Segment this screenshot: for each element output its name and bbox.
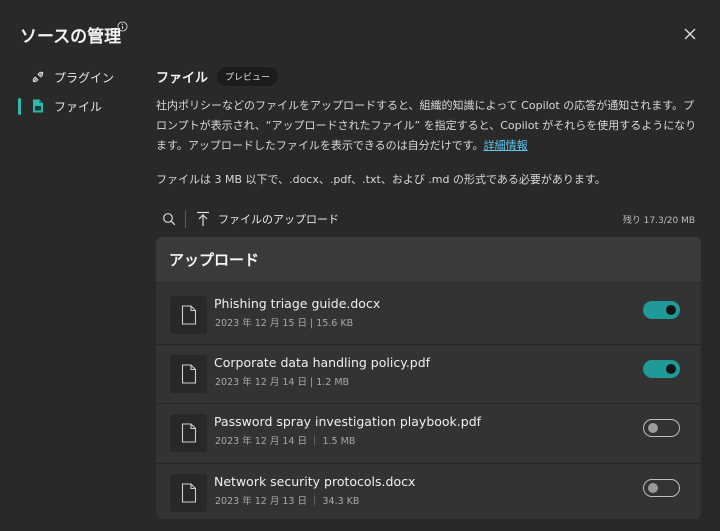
upload-icon: [197, 211, 209, 226]
row-divider: [156, 463, 701, 464]
dialog-title: ソースの管理: [20, 27, 122, 47]
file-row: Phishing triage guide.docx 2023 年 12 月 1…: [156, 291, 701, 349]
file-enabled-toggle[interactable]: [643, 360, 680, 378]
nav-item-label: プラグイン: [54, 70, 115, 85]
toggle-knob: [648, 483, 658, 493]
plug-icon: [30, 69, 46, 85]
toggle-knob: [648, 423, 658, 433]
section-description: 社内ポリシーなどのファイルをアップロードすると、組織的知識によって Copilo…: [156, 96, 701, 156]
toggle-knob: [666, 305, 676, 315]
file-meta: 2023 年 12 月 14 日 ｜ 1.5 MB: [215, 436, 356, 447]
uploads-header: アップロード: [156, 237, 701, 283]
file-icon: [30, 98, 46, 114]
uploads-panel: アップロード Phishing triage guide.docx 2023 年…: [156, 237, 701, 519]
file-name: Password spray investigation playbook.pd…: [214, 414, 482, 429]
document-icon: [170, 414, 207, 452]
uploads-title: アップロード: [169, 251, 260, 269]
file-meta: 2023 年 12 月 15 日 | 15.6 KB: [215, 318, 354, 329]
nav-item-label: ファイル: [54, 99, 103, 114]
preview-badge: プレビュー: [217, 66, 279, 86]
storage-remaining: 残り 17.3/20 MB: [622, 215, 695, 226]
manage-sources-dialog: ソースの管理 プラグイン ファイル ファイル プレビュー 社内ポリシーなどのファ…: [0, 0, 720, 531]
file-meta: 2023 年 12 月 14 日 | 1.2 MB: [215, 377, 350, 388]
file-row: Network security protocols.docx 2023 年 1…: [156, 469, 701, 519]
section-header: ファイル プレビュー: [156, 66, 701, 86]
section-title: ファイル: [156, 70, 209, 86]
file-enabled-toggle[interactable]: [643, 479, 680, 497]
file-name: Network security protocols.docx: [214, 474, 416, 489]
nav-item-plugins[interactable]: プラグイン: [18, 66, 114, 88]
close-icon[interactable]: [680, 24, 700, 44]
file-row: Corporate data handling policy.pdf 2023 …: [156, 350, 701, 408]
nav-indicator: [18, 69, 21, 86]
files-toolbar: ファイルのアップロード 残り 17.3/20 MB: [160, 208, 700, 230]
file-meta: 2023 年 12 月 13 日 ｜ 34.3 KB: [215, 496, 360, 507]
file-row: Password spray investigation playbook.pd…: [156, 409, 701, 467]
files-section: ファイル プレビュー 社内ポリシーなどのファイルをアップロードすると、組織的知識…: [156, 66, 701, 187]
search-icon[interactable]: [160, 210, 178, 228]
file-enabled-toggle[interactable]: [643, 301, 680, 319]
learn-more-link[interactable]: 詳細情報: [484, 139, 528, 152]
nav-item-files[interactable]: ファイル: [18, 95, 102, 117]
row-divider: [156, 344, 701, 345]
document-icon: [170, 474, 207, 512]
document-icon: [170, 296, 207, 334]
toggle-knob: [666, 364, 676, 374]
info-icon[interactable]: [117, 21, 128, 32]
file-limit-note: ファイルは 3 MB 以下で、.docx、.pdf、.txt、および .md の…: [156, 173, 606, 186]
document-icon: [170, 355, 207, 393]
upload-file-button[interactable]: ファイルのアップロード: [196, 211, 339, 227]
row-divider: [156, 403, 701, 404]
file-name: Corporate data handling policy.pdf: [214, 355, 431, 370]
file-name: Phishing triage guide.docx: [214, 296, 381, 311]
file-enabled-toggle[interactable]: [643, 419, 680, 437]
toolbar-divider: [185, 210, 186, 228]
nav-indicator: [18, 97, 21, 115]
upload-button-label: ファイルのアップロード: [218, 213, 339, 226]
description-text: 社内ポリシーなどのファイルをアップロードすると、組織的知識によって Copilo…: [156, 99, 697, 152]
